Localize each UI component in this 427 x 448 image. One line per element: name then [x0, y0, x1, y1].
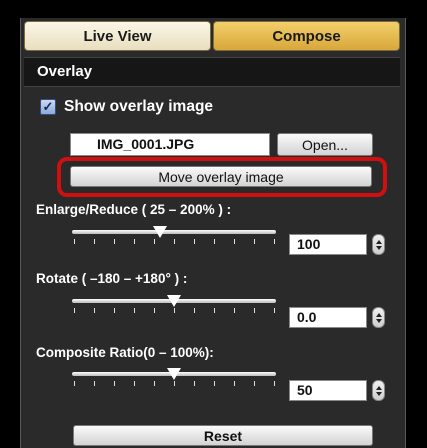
composite-ratio-label: Composite Ratio(0 – 100%): — [36, 345, 214, 360]
slider-tick — [74, 308, 75, 313]
slider-ticks — [72, 381, 276, 386]
enlarge-reduce-slider[interactable] — [72, 226, 276, 246]
slider-tick — [174, 381, 175, 386]
slider-tick — [114, 308, 115, 313]
slider-tick — [254, 239, 255, 244]
slider-tick — [194, 239, 195, 244]
slider-tick — [134, 381, 135, 386]
overlay-section-header: Overlay — [24, 57, 400, 87]
stepper-down-icon — [375, 391, 382, 396]
composite-ratio-input[interactable]: 50 — [289, 380, 367, 401]
rotate-stepper[interactable] — [372, 307, 385, 328]
slider-tick — [94, 239, 95, 244]
slider-tick — [154, 308, 155, 313]
composite-ratio-stepper[interactable] — [372, 380, 385, 401]
slider-tick — [274, 308, 275, 313]
slider-tick — [134, 239, 135, 244]
slider-ticks — [72, 308, 276, 313]
slider-tick — [154, 239, 155, 244]
slider-tick — [274, 381, 275, 386]
slider-tick — [254, 308, 255, 313]
rotate-input[interactable]: 0.0 — [289, 307, 367, 328]
stepper-up-icon — [375, 312, 382, 317]
stepper-down-icon — [375, 245, 382, 250]
stepper-up-icon — [375, 385, 382, 390]
slider-tick — [174, 239, 175, 244]
slider-tick — [254, 381, 255, 386]
slider-thumb[interactable] — [167, 368, 181, 380]
show-overlay-label: Show overlay image — [64, 98, 214, 115]
slider-tick — [174, 308, 175, 313]
slider-tick — [74, 381, 75, 386]
slider-tick — [94, 381, 95, 386]
enlarge-reduce-input[interactable]: 100 — [289, 234, 367, 255]
slider-tick — [234, 308, 235, 313]
slider-track — [72, 230, 276, 234]
slider-tick — [214, 239, 215, 244]
slider-tick — [214, 381, 215, 386]
slider-tick — [214, 308, 215, 313]
slider-tick — [234, 239, 235, 244]
slider-tick — [194, 308, 195, 313]
show-overlay-checkbox[interactable]: ✓ — [40, 99, 56, 115]
slider-tick — [114, 239, 115, 244]
reset-button[interactable]: Reset — [73, 425, 373, 446]
slider-tick — [274, 239, 275, 244]
slider-tick — [114, 381, 115, 386]
enlarge-reduce-label: Enlarge/Reduce ( 25 – 200% ) : — [36, 202, 232, 217]
slider-tick — [154, 381, 155, 386]
stepper-up-icon — [375, 239, 382, 244]
move-overlay-image-button[interactable]: Move overlay image — [70, 166, 372, 187]
slider-tick — [94, 308, 95, 313]
slider-ticks — [72, 239, 276, 244]
slider-thumb[interactable] — [167, 295, 181, 307]
show-overlay-row[interactable]: ✓ Show overlay image — [40, 97, 213, 117]
tab-live-view[interactable]: Live View — [24, 21, 211, 51]
slider-thumb[interactable] — [153, 226, 167, 238]
slider-tick — [234, 381, 235, 386]
slider-tick — [74, 239, 75, 244]
mode-tabs: Live View Compose — [24, 21, 400, 53]
overlay-filename-field[interactable]: IMG_0001.JPG — [70, 133, 270, 156]
rotate-label: Rotate ( –180 – +180° ) : — [36, 271, 188, 286]
composite-ratio-slider[interactable] — [72, 368, 276, 388]
rotate-slider[interactable] — [72, 295, 276, 315]
stepper-down-icon — [375, 318, 382, 323]
slider-tick — [134, 308, 135, 313]
open-button[interactable]: Open... — [277, 133, 373, 156]
tab-compose[interactable]: Compose — [213, 21, 400, 51]
slider-tick — [194, 381, 195, 386]
enlarge-reduce-stepper[interactable] — [372, 234, 385, 255]
